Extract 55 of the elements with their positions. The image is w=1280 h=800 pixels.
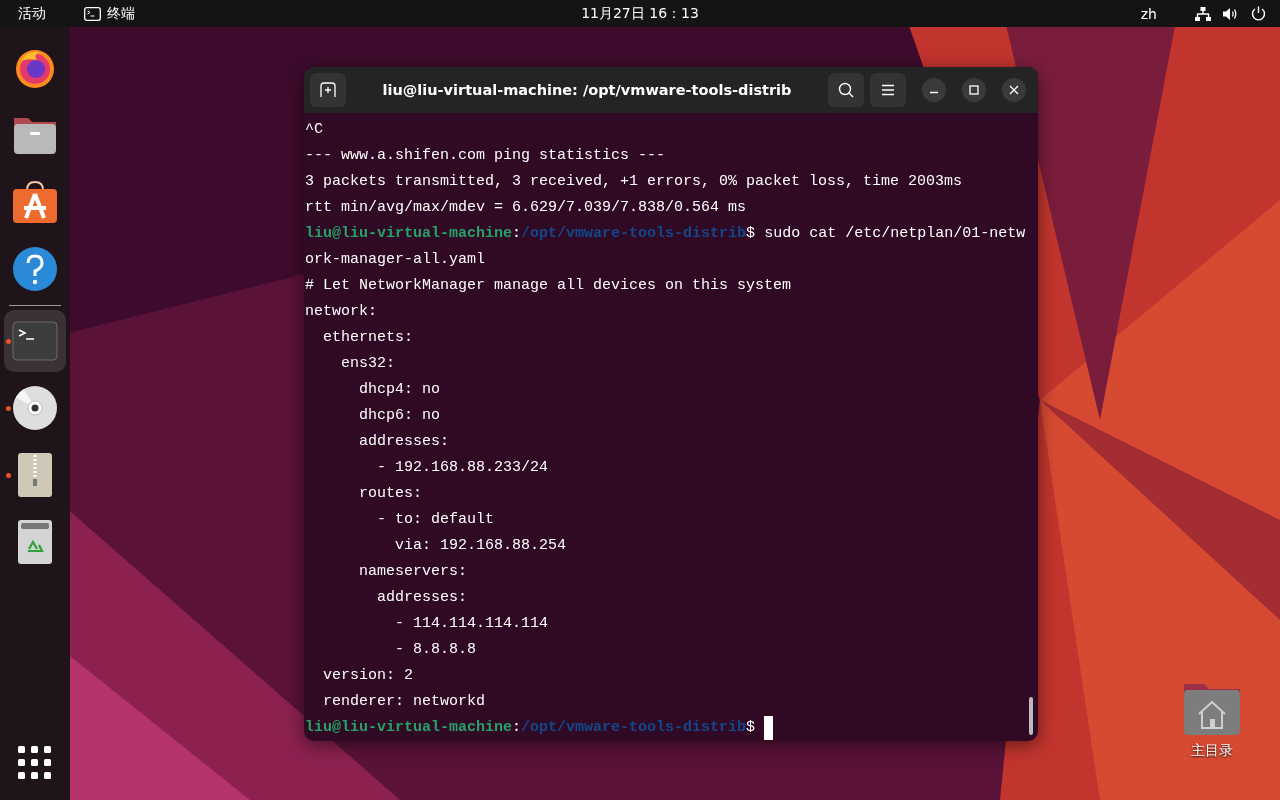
new-tab-button[interactable] (310, 73, 346, 107)
disc-icon (12, 385, 58, 431)
terminal-output-line: addresses: (376, 588, 468, 608)
terminal-output-line: dhcp4: no (358, 380, 441, 400)
terminal-output-line: network: (305, 302, 377, 322)
terminal-output-line: routes: (358, 484, 423, 504)
app-grid-icon[interactable] (18, 746, 52, 780)
terminal-output-line: - 114.114.114.114 (394, 614, 549, 634)
window-title: liu@liu-virtual-machine: /opt/vmware-tools-distrib (381, 82, 793, 98)
terminal-output-line: # Let NetworkManager manage all devices on this system (305, 276, 792, 296)
terminal-output-line: ^C (305, 120, 323, 140)
terminal-output-line: version: 2 (322, 666, 414, 686)
terminal-prompt: liu@liu-virtual-machine:/opt/vmware-tools-distrib$ (305, 718, 756, 738)
minimize-button[interactable] (922, 78, 946, 102)
home-folder-icon[interactable] (1183, 682, 1241, 736)
maximize-button[interactable] (962, 78, 986, 102)
app-menu[interactable]: 终端 (84, 4, 135, 23)
scrollbar[interactable] (1029, 697, 1033, 735)
new-tab-icon (320, 82, 336, 98)
help-icon (12, 246, 58, 292)
terminal-output-line: renderer: networkd (322, 692, 486, 712)
terminal-output-line: dhcp6: no (358, 406, 441, 426)
terminal-prompt: liu@liu-virtual-machine:/opt/vmware-tools-distrib$ (305, 224, 756, 244)
trash-icon (17, 519, 53, 565)
desktop-icon-label: 主目录 (1191, 742, 1233, 760)
terminal-icon (12, 321, 58, 361)
input-method-indicator[interactable]: zh (1140, 5, 1157, 22)
terminal-output-line: - 192.168.88.233/24 (376, 458, 549, 478)
terminal-output-line: addresses: (358, 432, 450, 452)
shopping-bag-icon (12, 180, 58, 224)
terminal-output-line: nameservers: (358, 562, 468, 582)
network-icon[interactable] (1195, 6, 1211, 21)
clock[interactable]: 11月27日 16：13 (581, 4, 699, 21)
terminal-output-line: - to: default (376, 510, 495, 530)
terminal-output-line: ork-manager-all.yaml (305, 250, 486, 270)
volume-icon[interactable] (1223, 6, 1239, 21)
terminal-output-line: via: 192.168.88.254 (394, 536, 567, 556)
archive-icon (17, 452, 53, 498)
terminal-output-line: rtt min/avg/max/mdev = 6.629/7.039/7.838/0.564 ms (305, 198, 747, 218)
power-icon[interactable] (1251, 6, 1266, 21)
terminal-output-line: - 8.8.8.8 (394, 640, 477, 660)
terminal-command: sudo cat /etc/netplan/01-netw (763, 224, 1026, 244)
terminal-output-line: 3 packets transmitted, 3 received, +1 errors, 0% packet loss, time 2003ms (305, 172, 963, 192)
terminal-icon (84, 6, 101, 21)
close-icon (1009, 85, 1019, 95)
menu-button[interactable] (870, 73, 906, 107)
search-button[interactable] (828, 73, 864, 107)
close-button[interactable] (1002, 78, 1026, 102)
search-icon (838, 82, 854, 98)
activities-button[interactable]: 活动 (18, 4, 46, 23)
terminal-output-line: --- www.a.shifen.com ping statistics --- (305, 146, 666, 166)
terminal-output-line: ens32: (340, 354, 395, 374)
terminal-output-line: ethernets: (322, 328, 414, 348)
maximize-icon (969, 85, 979, 95)
menu-icon (881, 84, 895, 96)
